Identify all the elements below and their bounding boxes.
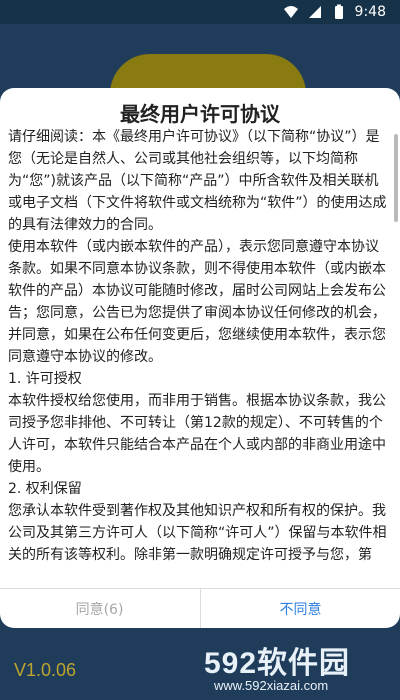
license-dialog: 最终用户许可协议 请仔细阅读：本《最终用户许可协议》（以下简称“协议”）是您（无…	[0, 88, 400, 628]
section-heading: 2. 权利保留	[8, 481, 82, 497]
signal-icon	[308, 6, 321, 18]
license-paragraph: 使用本软件（或内嵌本软件的产品），表示您同意遵守本协议条款。如果不同意本协议条款…	[8, 239, 386, 365]
watermark: 592软件园 www.592xiazai.com	[204, 638, 400, 700]
section-heading: 1. 许可授权	[8, 371, 82, 387]
license-text[interactable]: 请仔细阅读：本《最终用户许可协议》（以下简称“协议”）是您（无论是自然人、公司或…	[8, 126, 388, 586]
wifi-icon	[283, 6, 298, 18]
battery-icon	[334, 4, 343, 19]
watermark-logo: 592软件园	[204, 647, 351, 680]
dialog-title: 最终用户许可协议	[120, 102, 280, 126]
license-paragraph: 本软件授权给您使用，而非用于销售。根据本协议条款，我公司授予您非排他、不可转让（…	[8, 393, 386, 475]
license-paragraph: 您承认本软件受到著作权及其他知识产权和所有权的保护。我公司及其第三方许可人（以下…	[8, 503, 387, 563]
scrollbar[interactable]	[394, 134, 398, 222]
app-version: V1.0.06	[14, 660, 77, 680]
license-paragraph: 请仔细阅读：本《最终用户许可协议》（以下简称“协议”）是您（无论是自然人、公司或…	[8, 129, 387, 233]
agree-button[interactable]: 同意(6)	[0, 589, 199, 628]
status-bar: 9:48	[0, 0, 400, 24]
disagree-button[interactable]: 不同意	[201, 589, 400, 628]
watermark-url: www.592xiazai.com	[214, 678, 329, 693]
status-time: 9:48	[354, 4, 386, 20]
